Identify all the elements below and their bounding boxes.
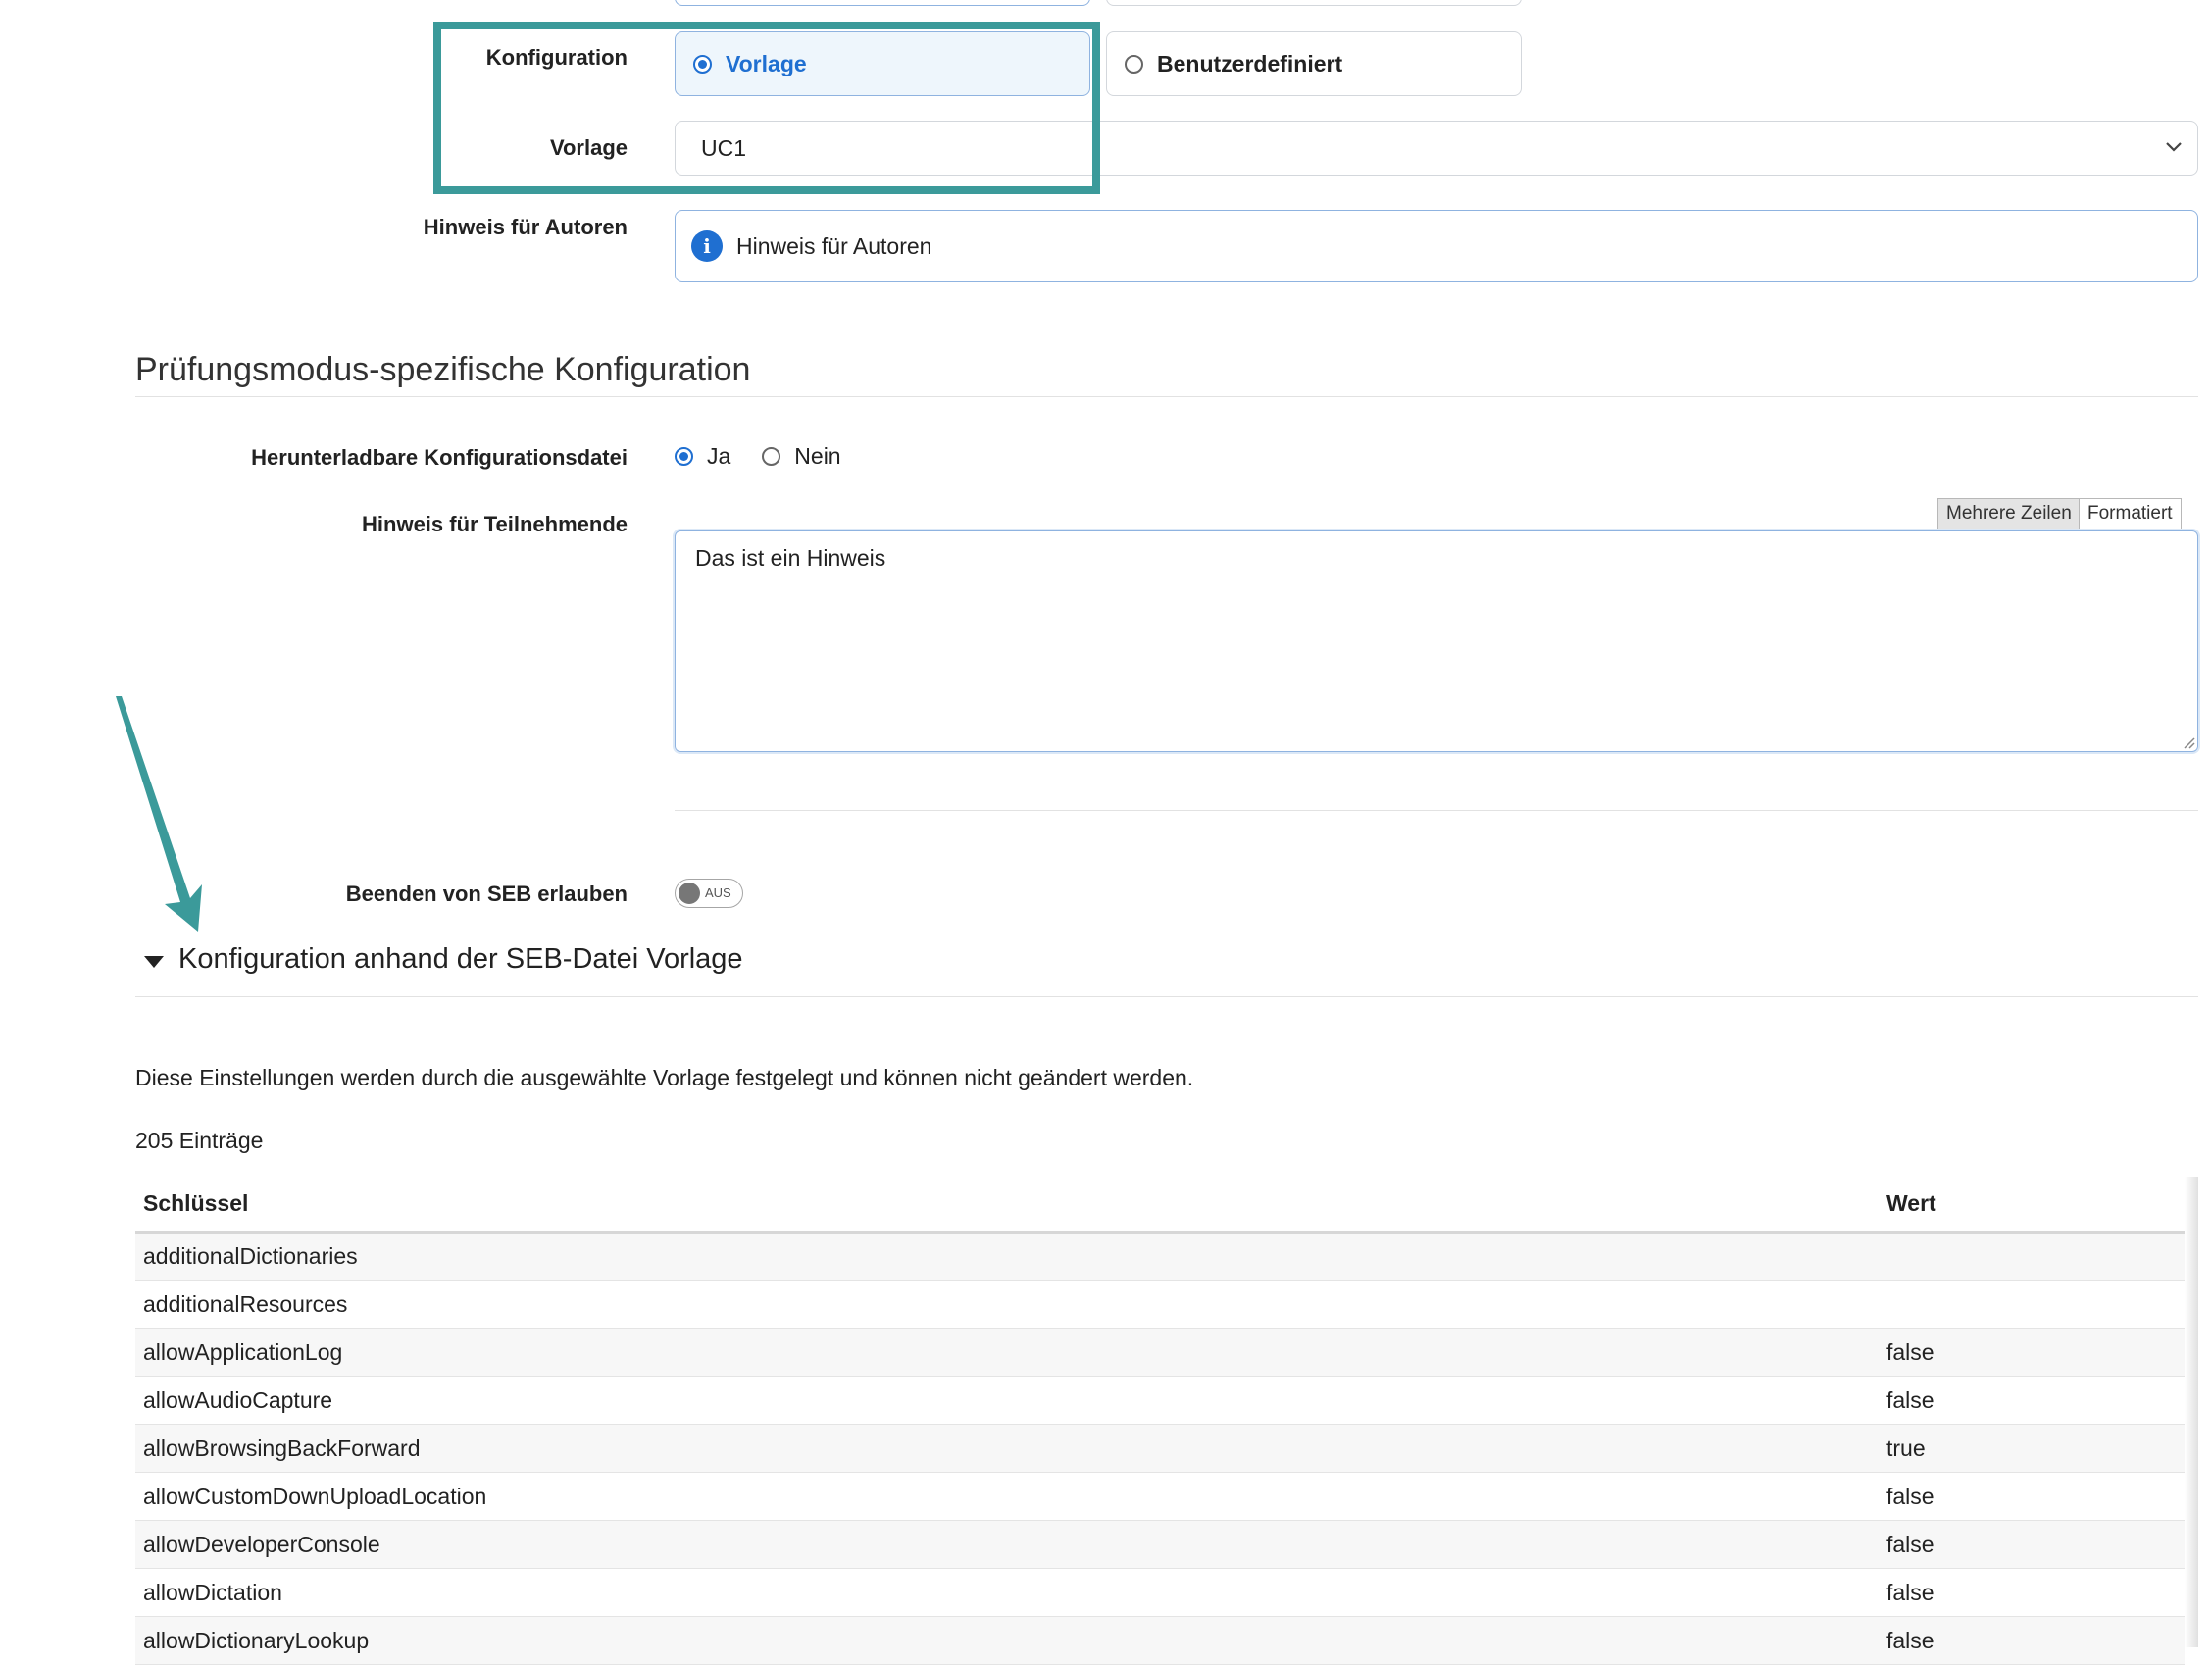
config-option-custom-label: Benutzerdefiniert bbox=[1157, 50, 1343, 76]
partial-box-right bbox=[1106, 0, 1522, 6]
cell-value: false bbox=[1879, 1568, 2185, 1617]
cell-value bbox=[1879, 1232, 2185, 1281]
participant-hint-textarea[interactable]: Das ist ein Hinweis bbox=[675, 530, 2198, 752]
toggle-knob bbox=[679, 883, 700, 904]
cell-key: additionalResources bbox=[135, 1280, 1879, 1329]
cell-value: false bbox=[1879, 1328, 2185, 1377]
radio-custom[interactable] bbox=[1125, 54, 1143, 74]
cell-key: allowCustomDownUploadLocation bbox=[135, 1472, 1879, 1521]
table-row: allowDictation false bbox=[135, 1568, 2185, 1617]
cell-key: allowDeveloperConsole bbox=[135, 1520, 1879, 1569]
downloadable-label: Herunterladbare Konfigurationsdatei bbox=[251, 445, 628, 470]
config-option-custom[interactable]: Benutzerdefiniert bbox=[1106, 31, 1522, 96]
toggle-text: AUS bbox=[705, 885, 731, 900]
cell-key: allowDictionaryLookup bbox=[135, 1616, 1879, 1665]
table-scroll-shadow bbox=[2185, 1177, 2198, 1647]
cell-key: allowAudioCapture bbox=[135, 1376, 1879, 1425]
collapse-triangle-icon[interactable] bbox=[143, 955, 165, 974]
partial-box-left bbox=[675, 0, 1090, 6]
cell-value bbox=[1879, 1280, 2185, 1329]
column-header-key[interactable]: Schlüssel bbox=[135, 1177, 1879, 1234]
seb-description: Diese Einstellungen werden durch die aus… bbox=[135, 1065, 1194, 1090]
allow-quit-label: Beenden von SEB erlauben bbox=[345, 882, 628, 906]
radio-no[interactable] bbox=[762, 447, 781, 466]
participant-hint-text: Das ist ein Hinweis bbox=[695, 545, 886, 571]
table-row: allowBrowsingBackForward true bbox=[135, 1424, 2185, 1473]
tab-multiline[interactable]: Mehrere Zeilen bbox=[1937, 498, 2081, 530]
highlight-frame bbox=[433, 22, 1100, 194]
info-icon: i bbox=[691, 230, 723, 262]
field-divider bbox=[675, 810, 2198, 811]
table-row: allowAudioCapture false bbox=[135, 1376, 2185, 1425]
entry-count: 205 Einträge bbox=[135, 1128, 264, 1153]
cell-key: additionalDictionaries bbox=[135, 1232, 1879, 1281]
cell-value: false bbox=[1879, 1520, 2185, 1569]
table-row: allowDictionaryLookup false bbox=[135, 1616, 2185, 1665]
author-hint-text: Hinweis für Autoren bbox=[736, 232, 932, 259]
cell-value: false bbox=[1879, 1616, 2185, 1665]
downloadable-no-label: Nein bbox=[794, 443, 841, 469]
table-row: additionalDictionaries bbox=[135, 1232, 2185, 1281]
radio-yes[interactable] bbox=[675, 447, 693, 466]
cell-value: false bbox=[1879, 1376, 2185, 1425]
table-row: allowApplicationLog false bbox=[135, 1328, 2185, 1377]
cell-value: true bbox=[1879, 1424, 2185, 1473]
tab-formatted[interactable]: Formatiert bbox=[2079, 498, 2182, 530]
column-header-value[interactable]: Wert bbox=[1879, 1177, 2185, 1234]
table-row: allowDeveloperConsole false bbox=[135, 1520, 2185, 1569]
section-divider bbox=[135, 396, 2198, 397]
settings-table: Schlüssel Wert additionalDictionaries ad… bbox=[135, 1177, 2185, 1665]
table-row: additionalResources bbox=[135, 1280, 2185, 1329]
downloadable-yes-label: Ja bbox=[707, 443, 731, 469]
allow-quit-toggle[interactable]: AUS bbox=[675, 879, 743, 908]
cell-key: allowDictation bbox=[135, 1568, 1879, 1617]
exam-section-title: Prüfungsmodus-spezifische Konfiguration bbox=[135, 351, 751, 388]
author-hint-label: Hinweis für Autoren bbox=[423, 215, 628, 239]
resize-handle-icon[interactable] bbox=[2182, 735, 2195, 749]
cell-value: false bbox=[1879, 1472, 2185, 1521]
cell-key: allowApplicationLog bbox=[135, 1328, 1879, 1377]
table-header-row: Schlüssel Wert bbox=[135, 1177, 2185, 1234]
downloadable-options: Ja Nein bbox=[675, 443, 841, 470]
table-row: allowCustomDownUploadLocation false bbox=[135, 1472, 2185, 1521]
annotation-arrow-icon bbox=[116, 696, 202, 932]
cell-key: allowBrowsingBackForward bbox=[135, 1424, 1879, 1473]
seb-section-divider bbox=[135, 996, 2198, 997]
author-hint-box: i Hinweis für Autoren bbox=[675, 210, 2198, 282]
seb-section-title[interactable]: Konfiguration anhand der SEB-Datei Vorla… bbox=[178, 943, 743, 976]
chevron-down-icon bbox=[2166, 142, 2182, 152]
participant-hint-label: Hinweis für Teilnehmende bbox=[362, 512, 628, 536]
